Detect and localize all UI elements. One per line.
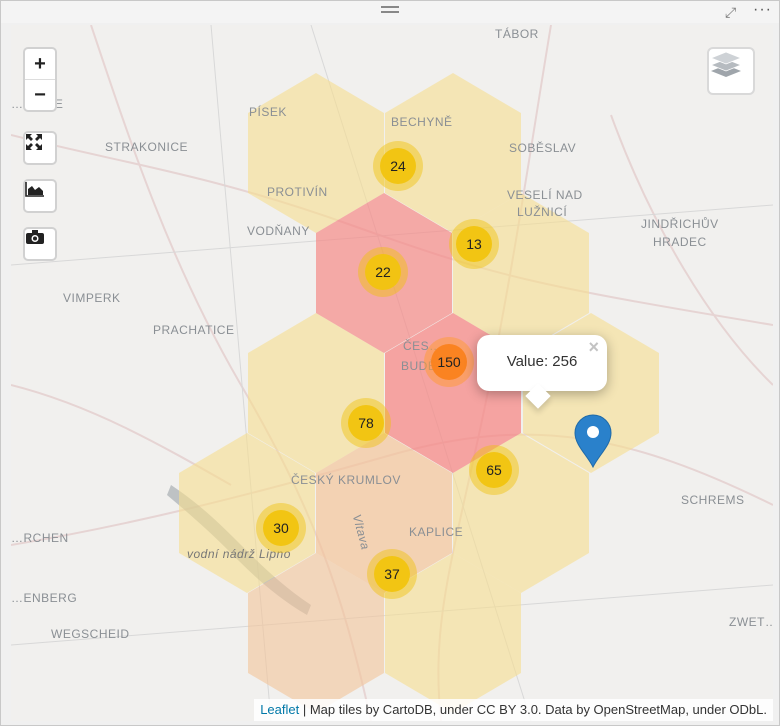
place-label: TÁBOR [495, 27, 539, 41]
leaflet-link[interactable]: Leaflet [260, 702, 299, 717]
place-label: BECHYNĚ [391, 115, 453, 129]
place-label: VESELÍ NAD [507, 188, 583, 202]
cluster-marker[interactable]: 37 [367, 549, 417, 599]
place-label: SCHREMS [681, 493, 745, 507]
visual-header: ⤢ ··· [1, 1, 779, 23]
place-label: PRACHATICE [153, 323, 235, 337]
cluster-marker[interactable]: 22 [358, 247, 408, 297]
chart-control [23, 179, 57, 213]
place-label: VODŇANY [247, 224, 310, 238]
value-popup: Value: 256 × [477, 335, 607, 409]
map-canvas [11, 25, 773, 721]
zoom-in-button[interactable]: + [25, 49, 55, 79]
place-label: …ENBERG [11, 591, 78, 605]
cluster-marker[interactable]: 65 [469, 445, 519, 495]
attribution-text: | Map tiles by CartoDB, under CC BY 3.0.… [299, 702, 767, 717]
drag-handle-icon[interactable] [381, 6, 399, 16]
fullscreen-control [23, 131, 57, 165]
place-label: ČESKÝ KRUMLOV [291, 473, 401, 487]
focus-mode-icon[interactable]: ⤢ [725, 4, 736, 21]
cluster-count: 30 [263, 510, 299, 546]
cluster-count: 24 [380, 148, 416, 184]
fullscreen-icon [26, 134, 42, 150]
camera-icon [26, 230, 44, 244]
popup-close-button[interactable]: × [588, 337, 599, 358]
cluster-count: 13 [456, 226, 492, 262]
area-chart-icon [25, 182, 44, 197]
zoom-out-button[interactable]: − [25, 79, 55, 110]
place-label: JINDŘICHŮV [641, 217, 719, 231]
screenshot-button[interactable] [25, 229, 55, 259]
layers-icon [709, 51, 743, 77]
place-label: PROTIVÍN [267, 185, 328, 199]
map-container[interactable]: TÁBOR …OVICE PÍSEK BECHYNĚ STRAKONICE SO… [11, 25, 773, 721]
place-label: PÍSEK [249, 105, 287, 119]
cluster-marker[interactable]: 78 [341, 398, 391, 448]
cluster-marker[interactable]: 24 [373, 141, 423, 191]
place-label: ZWET… [729, 615, 773, 629]
cluster-count: 37 [374, 556, 410, 592]
cluster-marker[interactable]: 30 [256, 503, 306, 553]
place-label: SOBĚSLAV [509, 141, 577, 155]
visual-frame: ⤢ ··· TÁBOR PÍSEK BECHYNĚ STRAKONICE SOB… [0, 0, 780, 726]
place-label: LUŽNICÍ [517, 205, 568, 219]
map-attribution: Leaflet | Map tiles by CartoDB, under CC… [254, 699, 773, 721]
zoom-control: + − [23, 47, 57, 112]
cluster-marker[interactable]: 150 [424, 337, 474, 387]
cluster-count: 78 [348, 405, 384, 441]
fullscreen-button[interactable] [25, 133, 55, 163]
cluster-count: 22 [365, 254, 401, 290]
screenshot-control [23, 227, 57, 261]
place-label: KAPLICE [409, 525, 464, 539]
place-label: WEGSCHEID [51, 627, 130, 641]
place-label: STRAKONICE [105, 140, 189, 154]
layers-button[interactable] [707, 47, 755, 95]
cluster-count: 150 [431, 344, 467, 380]
cluster-count: 65 [476, 452, 512, 488]
more-options-icon[interactable]: ··· [753, 1, 772, 19]
place-label: VIMPERK [63, 291, 121, 305]
place-label: …RCHEN [11, 531, 69, 545]
place-label: HRADEC [653, 235, 707, 249]
cluster-marker[interactable]: 13 [449, 219, 499, 269]
chart-button[interactable] [25, 181, 55, 211]
